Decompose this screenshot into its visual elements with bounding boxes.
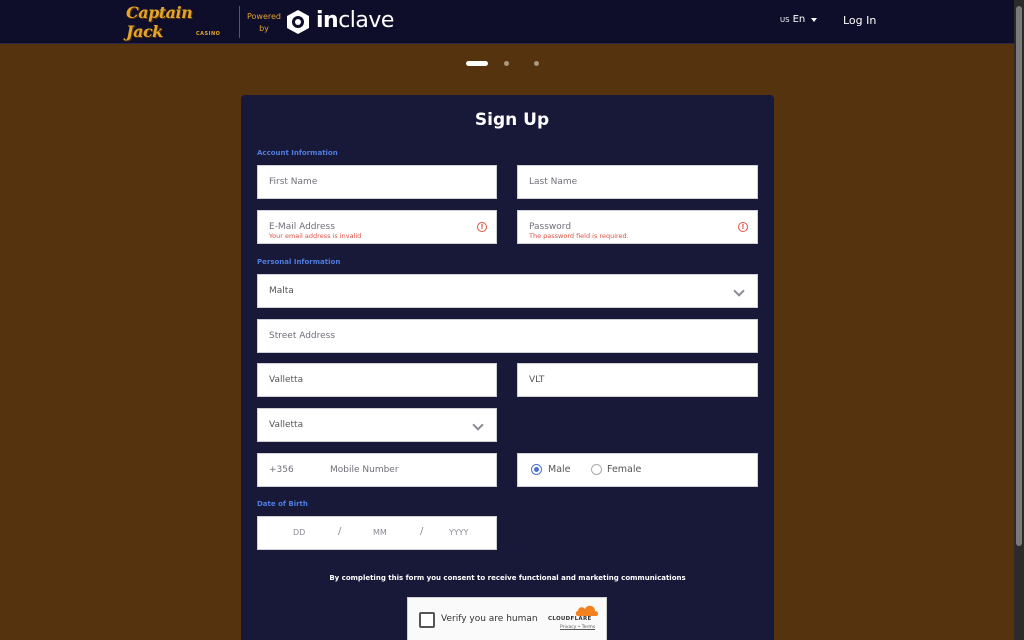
- powered-by-label: Powered by: [246, 11, 282, 35]
- powered-by-line1: Powered: [246, 12, 281, 21]
- chevron-down-icon: [472, 419, 484, 431]
- section-label-dob: Date of Birth: [257, 500, 308, 508]
- city-value: Valletta: [269, 375, 304, 385]
- flag-icon: US: [780, 15, 790, 24]
- postal-code-field[interactable]: VLT: [517, 363, 758, 397]
- first-name-placeholder: First Name: [269, 177, 318, 187]
- page-scrollbar[interactable]: [1014, 0, 1024, 640]
- scrollbar-thumb[interactable]: [1016, 6, 1022, 546]
- captcha-checkbox[interactable]: [419, 612, 435, 628]
- captcha-widget: Verify you are human CLOUDFLARE Privacy …: [407, 597, 607, 640]
- inclave-wordmark-suffix: clave: [338, 8, 394, 33]
- dob-field: DD / MM / YYYY: [257, 516, 497, 550]
- street-address-placeholder: Street Address: [269, 331, 336, 341]
- login-link[interactable]: Log In: [843, 14, 876, 27]
- phone-prefix: +356: [269, 465, 294, 475]
- inclave-wordmark: inclave: [316, 8, 394, 33]
- last-name-field[interactable]: Last Name: [517, 165, 758, 199]
- country-value: Malta: [269, 286, 294, 296]
- powered-by-line2: by: [259, 24, 269, 33]
- region-select[interactable]: Valletta: [257, 408, 497, 442]
- cloudflare-wordmark: CLOUDFLARE: [548, 616, 592, 622]
- step-dot-active: [466, 61, 488, 66]
- step-indicator: [466, 61, 564, 66]
- inclave-wordmark-prefix: in: [316, 8, 339, 33]
- phone-field[interactable]: +356 Mobile Number: [257, 453, 497, 487]
- language-label: En: [792, 14, 806, 25]
- language-selector[interactable]: US En: [780, 14, 818, 25]
- page-title: Sign Up: [474, 110, 550, 130]
- captcha-label: Verify you are human: [441, 614, 538, 624]
- city-field[interactable]: Valletta: [257, 363, 497, 397]
- dob-year-input[interactable]: YYYY: [449, 528, 469, 537]
- region-value: Valletta: [269, 420, 304, 430]
- postal-code-value: VLT: [529, 375, 545, 385]
- dob-month-input[interactable]: MM: [373, 528, 387, 537]
- gender-radio-group: Male Female: [517, 453, 758, 487]
- email-field[interactable]: E-Mail Address Your email address is inv…: [257, 210, 497, 244]
- top-navigation-bar: Captain Jack CASINO Powered by inclave U…: [0, 0, 1014, 44]
- inclave-shield-icon: [287, 10, 309, 34]
- error-icon: !: [738, 222, 748, 232]
- last-name-placeholder: Last Name: [529, 177, 578, 187]
- brand-logo-subtext: CASINO: [196, 31, 221, 37]
- section-label-account: Account Information: [257, 149, 338, 157]
- email-placeholder: E-Mail Address: [269, 222, 335, 232]
- logo-divider: [239, 6, 240, 38]
- gender-radio-female[interactable]: [591, 464, 602, 475]
- phone-placeholder: Mobile Number: [330, 465, 399, 475]
- gender-radio-male[interactable]: [531, 464, 542, 475]
- section-label-personal: Personal Information: [257, 258, 341, 266]
- password-error-message: The password field is required.: [529, 232, 629, 240]
- gender-label-male: Male: [548, 464, 571, 475]
- dob-day-input[interactable]: DD: [293, 528, 305, 537]
- step-dot: [534, 61, 539, 66]
- password-field[interactable]: Password The password field is required.…: [517, 210, 758, 244]
- first-name-field[interactable]: First Name: [257, 165, 497, 199]
- street-address-field[interactable]: Street Address: [257, 319, 758, 353]
- chevron-down-icon: [733, 285, 745, 297]
- captcha-privacy-terms-link[interactable]: Privacy • Terms: [560, 625, 595, 630]
- error-icon: !: [477, 222, 487, 232]
- captain-jack-logo[interactable]: Captain Jack CASINO: [126, 3, 230, 41]
- caret-down-icon: [811, 17, 818, 22]
- password-placeholder: Password: [529, 222, 572, 232]
- email-error-message: Your email address is invalid: [269, 232, 362, 240]
- consent-text: By completing this form you consent to r…: [329, 574, 686, 582]
- dob-separator: /: [420, 526, 424, 537]
- dob-separator: /: [338, 526, 342, 537]
- cloudflare-cloud-icon: [575, 605, 599, 616]
- step-dot: [504, 61, 509, 66]
- gender-label-female: Female: [607, 464, 642, 475]
- country-select[interactable]: Malta: [257, 274, 758, 308]
